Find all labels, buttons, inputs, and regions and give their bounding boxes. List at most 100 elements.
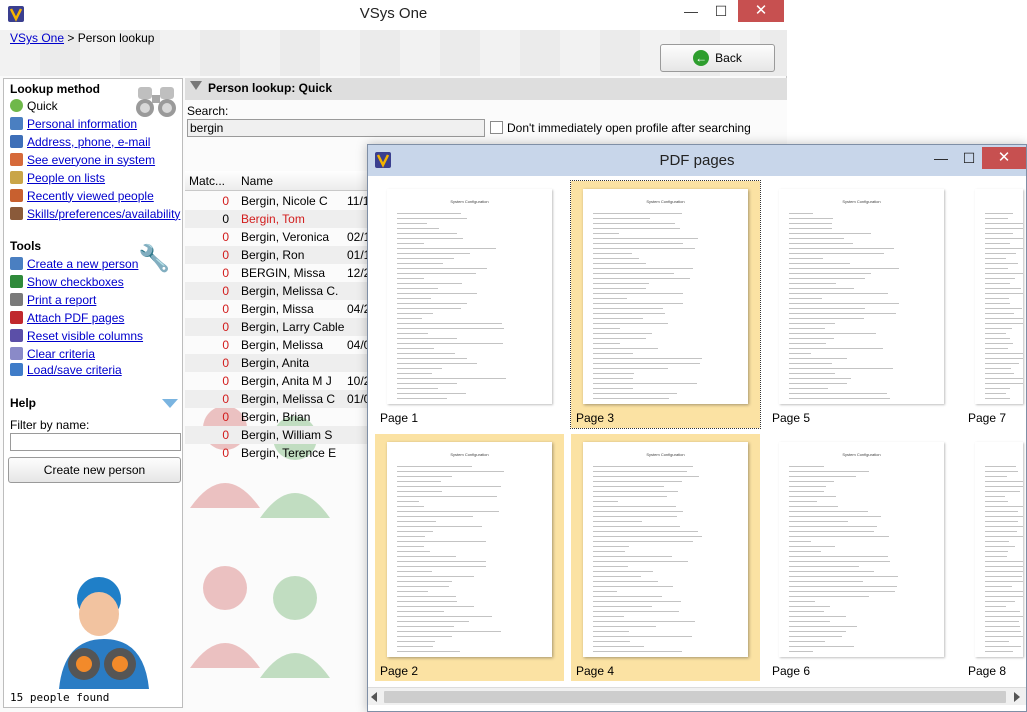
pdf-page-heading: System Configuration bbox=[842, 199, 881, 204]
lookup-see-everyone-label: See everyone in system bbox=[27, 152, 156, 167]
pdf-close-button[interactable]: ✕ bbox=[982, 147, 1026, 169]
pdf-page-preview: System Configuration bbox=[387, 189, 552, 404]
attach-pdf-icon bbox=[10, 311, 23, 324]
pdf-page-thumbnail[interactable]: System Configuration Page 1 bbox=[375, 181, 564, 428]
title-bar: VSys One — ☐ ✕ bbox=[0, 0, 787, 30]
scrollbar-thumb[interactable] bbox=[384, 691, 1006, 703]
name-cell: Bergin, Brian bbox=[241, 410, 311, 424]
filter-funnel-icon bbox=[190, 81, 202, 90]
tool-reset-columns-label: Reset visible columns bbox=[27, 328, 144, 343]
tool-attach-pdf[interactable]: Attach PDF pages bbox=[10, 309, 124, 326]
tools-heading: Tools bbox=[10, 239, 42, 253]
tool-load-save-criteria[interactable]: Load/save criteria bbox=[10, 361, 122, 378]
name-cell: Bergin, Nicole C bbox=[241, 194, 328, 208]
match-cell: 0 bbox=[222, 392, 229, 406]
pdf-minimize-button[interactable]: — bbox=[928, 147, 954, 169]
checkbox-icon bbox=[10, 275, 23, 288]
recent-people-icon bbox=[10, 189, 23, 202]
pdf-page-thumbnail[interactable]: System Configuration Page 6 bbox=[767, 434, 956, 681]
window-title: VSys One bbox=[359, 5, 428, 22]
pdf-pages-dialog: PDF pages — ☐ ✕ System Configuration Page… bbox=[367, 144, 1027, 712]
pdf-page-thumbnail[interactable]: System Configuration Page 3 bbox=[570, 180, 761, 429]
scroll-left-arrow-icon[interactable] bbox=[371, 692, 377, 702]
lookup-people-on-lists-label: People on lists bbox=[27, 170, 106, 185]
tool-create-new-person[interactable]: Create a new person bbox=[10, 255, 138, 272]
breadcrumb-current: Person lookup bbox=[77, 31, 155, 45]
maximize-button[interactable]: ☐ bbox=[707, 0, 735, 22]
lookup-address-phone-email[interactable]: Address, phone, e-mail bbox=[10, 133, 150, 150]
dont-open-profile-checkbox[interactable] bbox=[490, 121, 503, 134]
lookup-people-on-lists[interactable]: People on lists bbox=[10, 169, 105, 186]
pdf-horizontal-scrollbar[interactable] bbox=[368, 687, 1026, 705]
match-cell: 0 bbox=[222, 338, 229, 352]
lookup-recently-viewed-label: Recently viewed people bbox=[27, 188, 154, 203]
breadcrumb-separator: > bbox=[67, 31, 75, 45]
minimize-button[interactable]: — bbox=[677, 0, 705, 22]
column-header-name[interactable]: Name bbox=[241, 174, 273, 188]
dont-open-profile-label: Don't immediately open profile after sea… bbox=[507, 121, 751, 135]
name-cell: BERGIN, Missa bbox=[241, 266, 326, 280]
tool-show-checkboxes[interactable]: Show checkboxes bbox=[10, 273, 124, 290]
back-button[interactable]: ← Back bbox=[660, 44, 775, 72]
pdf-page-thumbnail[interactable]: System Configuration Page 5 bbox=[767, 181, 956, 428]
tool-create-new-person-label: Create a new person bbox=[27, 256, 139, 271]
help-heading: Help bbox=[10, 396, 37, 410]
back-button-label: Back bbox=[715, 51, 742, 65]
match-cell: 0 bbox=[222, 446, 229, 460]
pdf-page-label: Page 7 bbox=[968, 411, 1007, 425]
pdf-page-preview: System Configuration bbox=[583, 189, 748, 404]
match-cell: 0 bbox=[222, 248, 229, 262]
search-input[interactable]: bergin bbox=[187, 119, 485, 137]
pdf-page-thumbnail[interactable]: Page 7 bbox=[963, 181, 1023, 428]
help-expand-icon[interactable] bbox=[162, 399, 178, 408]
lookup-skills-preferences-label: Skills/preferences/availability bbox=[27, 206, 181, 221]
filter-by-name-input[interactable] bbox=[10, 433, 181, 451]
left-panel: Lookup method Quick Personal information… bbox=[3, 78, 183, 708]
match-cell: 0 bbox=[222, 212, 229, 226]
pdf-dialog-title-bar: PDF pages — ☐ ✕ bbox=[368, 145, 1026, 176]
lookup-see-everyone[interactable]: See everyone in system bbox=[10, 151, 155, 168]
name-cell: Bergin, Melissa C bbox=[241, 392, 336, 406]
load-save-icon bbox=[10, 363, 23, 376]
lookup-title: Person lookup: Quick bbox=[208, 81, 333, 95]
pdf-page-heading: System Configuration bbox=[646, 199, 685, 204]
lookup-method-heading: Lookup method bbox=[10, 82, 100, 96]
pdf-page-thumbnail[interactable]: Page 8 bbox=[963, 434, 1023, 681]
breadcrumb-root-link[interactable]: VSys One bbox=[10, 31, 64, 45]
person-icon bbox=[10, 117, 23, 130]
pdf-maximize-button[interactable]: ☐ bbox=[956, 147, 982, 169]
person-binoculars-mascot-icon bbox=[59, 577, 149, 689]
printer-icon bbox=[10, 293, 23, 306]
create-new-person-button[interactable]: Create new person bbox=[8, 457, 181, 483]
pdf-page-thumbnail[interactable]: System Configuration Page 2 bbox=[375, 434, 564, 681]
match-cell: 0 bbox=[222, 230, 229, 244]
tool-clear-criteria[interactable]: Clear criteria bbox=[10, 345, 95, 362]
match-cell: 0 bbox=[222, 320, 229, 334]
lookup-quick[interactable]: Quick bbox=[10, 97, 58, 114]
people-found-status: 15 people found bbox=[10, 691, 110, 704]
quick-globe-icon bbox=[10, 99, 23, 112]
pdf-page-label: Page 4 bbox=[576, 664, 615, 678]
lookup-recently-viewed[interactable]: Recently viewed people bbox=[10, 187, 154, 204]
pdf-page-preview bbox=[975, 189, 1023, 404]
tool-reset-columns[interactable]: Reset visible columns bbox=[10, 327, 143, 344]
match-cell: 0 bbox=[222, 356, 229, 370]
column-header-match[interactable]: Matc... bbox=[189, 174, 225, 188]
pdf-page-preview: System Configuration bbox=[387, 442, 552, 657]
pdf-page-preview: System Configuration bbox=[779, 442, 944, 657]
match-cell: 0 bbox=[222, 284, 229, 298]
scroll-right-arrow-icon[interactable] bbox=[1014, 692, 1020, 702]
name-cell: Bergin, William S bbox=[241, 428, 333, 442]
lookup-personal-information[interactable]: Personal information bbox=[10, 115, 137, 132]
match-cell: 0 bbox=[222, 302, 229, 316]
match-cell: 0 bbox=[222, 428, 229, 442]
name-cell: Bergin, Terence E bbox=[241, 446, 337, 460]
tool-load-save-criteria-label: Load/save criteria bbox=[27, 362, 122, 377]
pdf-page-thumbnail[interactable]: System Configuration Page 4 bbox=[571, 434, 760, 681]
close-button[interactable]: ✕ bbox=[738, 0, 784, 22]
skills-person-icon bbox=[10, 207, 23, 220]
tool-clear-criteria-label: Clear criteria bbox=[27, 346, 96, 361]
match-cell: 0 bbox=[222, 266, 229, 280]
tool-print-report[interactable]: Print a report bbox=[10, 291, 96, 308]
lookup-skills-preferences[interactable]: Skills/preferences/availability bbox=[10, 205, 180, 222]
